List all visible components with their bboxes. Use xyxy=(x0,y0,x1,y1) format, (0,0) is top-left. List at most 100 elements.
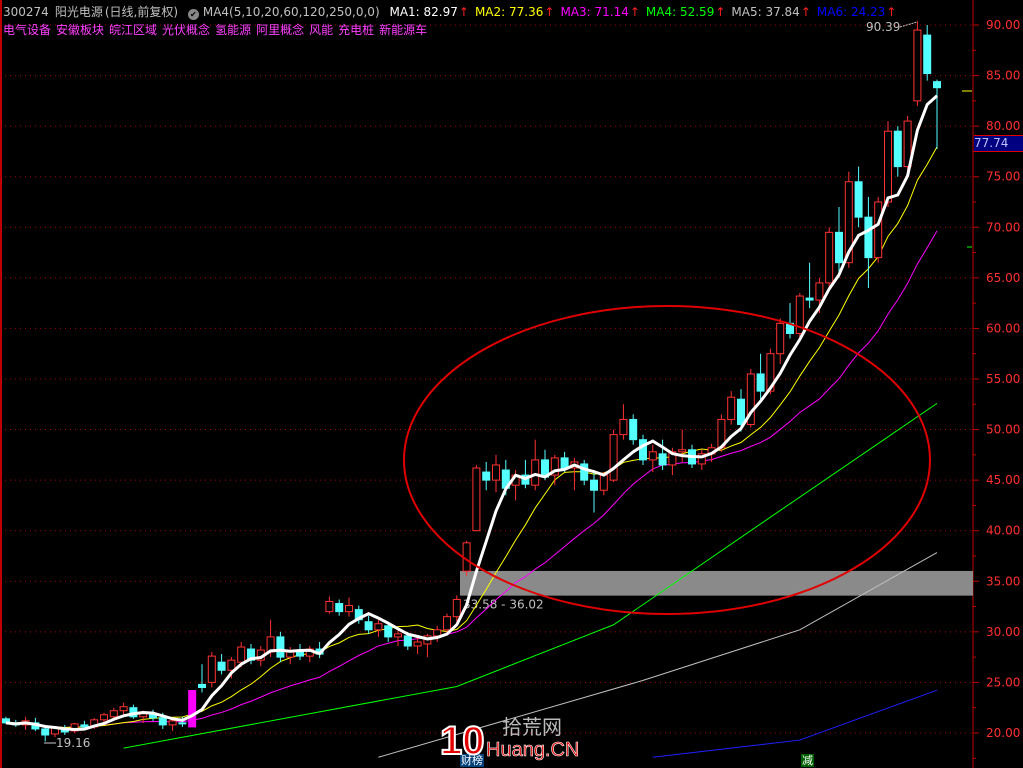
candle-body xyxy=(443,616,451,631)
candle-body xyxy=(100,714,108,721)
candle-body xyxy=(874,201,883,259)
concept-tag[interactable]: 光伏概念 xyxy=(162,23,210,37)
candle-body xyxy=(413,641,422,647)
ma10-line xyxy=(5,146,938,728)
candle-body xyxy=(599,474,608,491)
candle-body xyxy=(109,710,118,718)
candle-body xyxy=(335,603,344,613)
period-label: (日线,前复权) xyxy=(104,5,179,19)
candle-body xyxy=(394,633,402,638)
ma-value-5: MA5: 37.84↑ xyxy=(731,5,811,19)
concept-tag[interactable]: 风能 xyxy=(309,23,333,37)
price-zone-band xyxy=(460,570,973,596)
y-tick-label: 80.00 xyxy=(986,119,1020,133)
up-arrow-icon: ↑ xyxy=(800,5,811,19)
candle-body xyxy=(923,34,932,75)
candle-body xyxy=(560,457,569,469)
up-arrow-icon: ↑ xyxy=(458,5,469,19)
candle-body xyxy=(648,451,657,461)
ma250-line xyxy=(652,689,938,758)
candle-body xyxy=(825,231,834,284)
candle-body xyxy=(492,464,500,481)
ma5-line xyxy=(5,94,938,732)
candle-body xyxy=(629,418,638,441)
price-zone-label: 33.58 - 36.02 xyxy=(463,598,544,612)
concept-tag[interactable]: 阿里概念 xyxy=(256,23,304,37)
candle-body xyxy=(403,635,412,647)
y-tick-label: 60.00 xyxy=(986,321,1020,335)
candle-body xyxy=(286,651,295,658)
high-price-label: 90.39 xyxy=(866,20,900,34)
candle-body xyxy=(756,373,765,392)
candle-body xyxy=(296,651,304,657)
y-tick-label: 70.00 xyxy=(986,220,1020,234)
indicator-dropdown-icon[interactable]: ✔ xyxy=(187,9,199,20)
candle-body xyxy=(433,629,442,637)
candle-body xyxy=(158,717,167,726)
candle-body xyxy=(168,720,177,726)
candle-body xyxy=(188,690,197,728)
candle-body xyxy=(178,722,187,725)
indicator-name[interactable]: MA4(5,10,20,60,120,250,0,0) xyxy=(203,5,380,19)
stock-code: 300274 xyxy=(3,5,49,19)
candle-body xyxy=(678,449,687,453)
candle-body xyxy=(619,418,628,436)
candle-body xyxy=(237,646,246,663)
up-arrow-icon: ↑ xyxy=(629,5,640,19)
watermark-logo: 10 拾荒网 Huang.CN xyxy=(439,712,600,766)
candle-body xyxy=(727,396,736,420)
candle-body xyxy=(805,297,814,301)
candle-body xyxy=(452,598,461,618)
candle-body xyxy=(384,625,393,638)
candle-body xyxy=(531,459,540,486)
watermark-num: 10 xyxy=(440,719,485,762)
concept-tag[interactable]: 氢能源 xyxy=(215,23,251,37)
candle-body xyxy=(80,724,89,728)
y-tick-label: 20.00 xyxy=(986,726,1020,740)
y-tick-label: 35.00 xyxy=(986,574,1020,588)
candle-body xyxy=(374,623,383,631)
watermark-en: Huang.CN xyxy=(486,739,579,761)
y-tick-label: 30.00 xyxy=(986,625,1020,639)
concept-tag[interactable]: 皖江区域 xyxy=(109,23,157,37)
candle-body xyxy=(815,282,824,301)
y-tick-label: 25.00 xyxy=(986,675,1020,689)
candle-body xyxy=(119,706,128,712)
ma-value-3: MA3: 71.14↑ xyxy=(560,5,640,19)
y-tick-label: 55.00 xyxy=(986,372,1020,386)
kline-chart: 90.00 85.00 80.00 75.00 70.00 65.00 60.00 55.00… xyxy=(0,0,1020,768)
candle-body xyxy=(198,683,206,688)
candle-body xyxy=(864,216,873,259)
candle-body xyxy=(835,231,843,264)
candle-body xyxy=(364,621,373,631)
candle-body xyxy=(884,130,892,203)
concept-tag[interactable]: 充电桩 xyxy=(338,23,374,37)
concept-tags: 电气设备 安徽板块 皖江区域 光伏概念 氢能源 阿里概念 风能 充电桩 新能源车 xyxy=(3,21,432,38)
candle-body xyxy=(893,130,902,168)
candle-body xyxy=(639,439,647,461)
ma-value-6: MA6: 24.23↑ xyxy=(816,5,897,19)
event-badge-right[interactable]: 减 xyxy=(801,754,814,767)
concept-tag[interactable]: 安徽板块 xyxy=(56,23,104,37)
candle-body xyxy=(345,605,353,613)
ma-value-2: MA2: 77.36↑ xyxy=(474,5,555,19)
y-tick-label: 40.00 xyxy=(986,524,1020,538)
up-arrow-icon: ↑ xyxy=(544,5,555,19)
y-tick-label: 75.00 xyxy=(986,170,1020,184)
candle-body xyxy=(482,471,491,481)
y-tick-label: 50.00 xyxy=(986,423,1020,437)
candle-body xyxy=(207,655,216,683)
chart-header: 300274 阳光电源 (日线,前复权) ✔ MA4(5,10,20,60,120,2… xyxy=(3,3,908,20)
candle-body xyxy=(854,181,863,218)
candle-body xyxy=(217,661,226,671)
concept-tag[interactable]: 新能源车 xyxy=(379,23,427,37)
stock-name: 阳光电源 xyxy=(54,5,103,19)
y-tick-label: 45.00 xyxy=(986,473,1020,487)
concept-tag[interactable]: 电气设备 xyxy=(3,23,51,37)
ma-value-1: MA1: 82.97↑ xyxy=(389,5,469,19)
candle-body xyxy=(776,322,785,355)
high-arrow xyxy=(899,21,918,28)
candle-body xyxy=(41,728,50,736)
candle-body xyxy=(737,398,745,426)
candle-body xyxy=(276,636,285,658)
